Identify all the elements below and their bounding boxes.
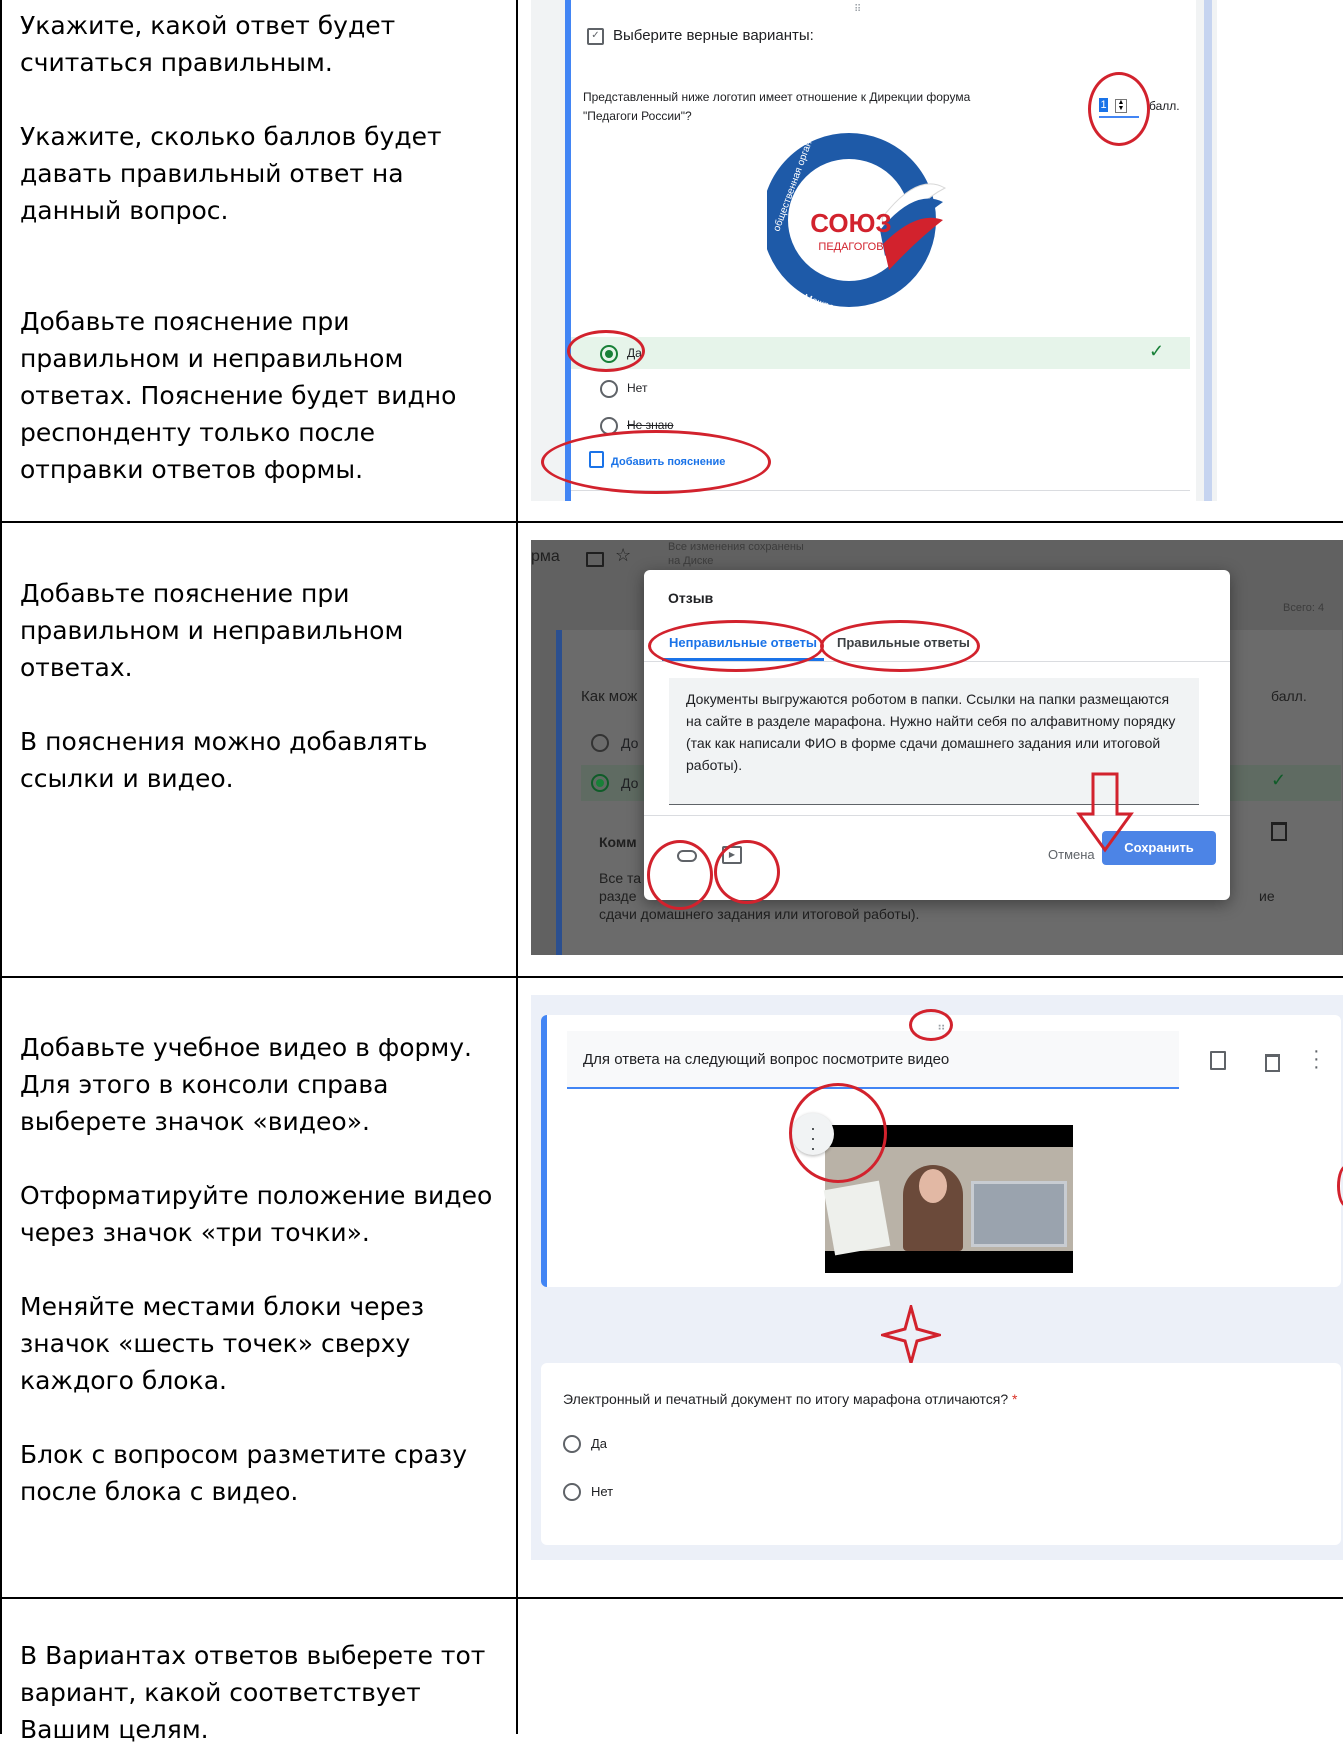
person-face — [919, 1169, 947, 1203]
option-label: Да — [591, 1436, 608, 1451]
background-radio — [591, 734, 609, 752]
table-column-divider — [516, 0, 518, 1734]
annotation-circle-explanation — [541, 430, 771, 494]
side-border — [1204, 0, 1212, 501]
annotation-circle-tab-right — [820, 620, 980, 672]
paragraph: Меняйте местами блоки через значок «шест… — [20, 1292, 425, 1395]
annotation-circle-drag-handle — [909, 1009, 953, 1041]
copy-icon[interactable] — [1210, 1051, 1226, 1070]
row-divider-3 — [0, 1597, 1343, 1599]
question-text: Представленный ниже логотип имеет отноше… — [583, 90, 971, 123]
question-text: Электронный и печатный документ по итогу… — [563, 1391, 1018, 1407]
screenshot-video-block: ⠿ Для ответа на следующий вопрос посмотр… — [531, 995, 1343, 1560]
paragraph: Добавьте учебное видео в форму. Для этог… — [20, 1033, 472, 1136]
correct-option-row[interactable] — [571, 337, 1190, 369]
radio-option-da[interactable] — [563, 1435, 581, 1453]
instruction-row-3: Добавьте учебное видео в форму. Для этог… — [20, 1029, 500, 1510]
row-divider-1 — [0, 521, 1343, 523]
table-border-left — [0, 0, 2, 1734]
folder-icon[interactable] — [586, 552, 604, 567]
paragraph: Добавьте пояснение при правильном и непр… — [20, 579, 404, 682]
paragraph: Блок с вопросом разметите сразу после бл… — [20, 1440, 467, 1506]
annotation-circle-points — [1088, 72, 1150, 146]
dialog-title: Отзыв — [668, 590, 714, 606]
screenshot-feedback-dialog: рма ☆ Все изменения сохранены на Диске В… — [531, 540, 1343, 955]
background-points: балл. — [1271, 688, 1307, 704]
title-field[interactable]: Для ответа на следующий вопрос посмотрит… — [567, 1031, 1179, 1089]
annotation-circle-correct — [567, 330, 645, 372]
option-label: Нет — [627, 381, 648, 395]
checkbox-icon: ✓ — [587, 28, 604, 45]
background-trash-icon — [1271, 822, 1287, 841]
question-type-label: Выберите верные варианты: — [613, 27, 814, 44]
paragraph: Укажите, какой ответ будет считаться пра… — [20, 11, 396, 77]
saved-status-line2: на Диске — [668, 555, 714, 567]
logo-title: СОЮЗ — [810, 208, 891, 238]
document-prop — [823, 1180, 891, 1256]
annotation-circle-tab-wrong — [648, 620, 824, 672]
background-radio — [591, 774, 609, 792]
star-icon[interactable]: ☆ — [615, 545, 631, 566]
correct-check-icon: ✓ — [1149, 341, 1165, 361]
instruction-row-4: В Вариантах ответов выберете тот вариант… — [20, 1637, 500, 1748]
question-label: Электронный и печатный документ по итогу… — [563, 1391, 1009, 1407]
points-label: балл. — [1149, 99, 1180, 113]
saved-status-line1: Все изменения сохранены — [668, 541, 804, 553]
background-option: До — [621, 775, 639, 791]
video-title: Для ответа на следующий вопрос посмотрит… — [583, 1051, 950, 1068]
instruction-row-2: Добавьте пояснение при правильном и непр… — [20, 575, 500, 797]
annotation-star — [881, 1305, 941, 1365]
paragraph: Добавьте пояснение при правильном и непр… — [20, 307, 457, 484]
annotation-circle-video — [714, 840, 780, 904]
background-text: Все та — [599, 870, 642, 886]
video-card: ⠿ Для ответа на следующий вопрос посмотр… — [541, 1015, 1341, 1287]
required-marker: * — [1012, 1391, 1018, 1407]
background-text: разде — [599, 888, 637, 904]
option-label: Нет — [591, 1484, 614, 1499]
total-points: Всего: 4 — [1283, 602, 1325, 614]
trash-icon[interactable] — [1265, 1054, 1280, 1072]
laptop-prop — [971, 1181, 1067, 1247]
radio-option-net[interactable] — [600, 380, 618, 398]
paragraph: Укажите, сколько баллов будет давать пра… — [20, 122, 442, 225]
screenshot-quiz-question: ⠿ ✓ Выберите верные варианты: Представле… — [531, 0, 1217, 501]
annotation-circle-options — [789, 1083, 887, 1183]
logo-subtitle: ПЕДАГОГОВ — [818, 241, 883, 253]
background-text: сдачи домашнего задания или итоговой раб… — [599, 906, 920, 922]
more-icon[interactable]: · · · — [1313, 1041, 1320, 1077]
form-title-fragment: рма — [531, 548, 560, 565]
paragraph: Отформатируйте положение видео через зна… — [20, 1181, 493, 1247]
paragraph: В Вариантах ответов выберете тот вариант… — [20, 1641, 486, 1744]
background-question: Как мож — [581, 688, 638, 705]
annotation-circle-link — [647, 840, 713, 910]
row-divider-2 — [0, 976, 1343, 978]
background-text: ие — [1259, 888, 1275, 904]
union-of-teachers-logo: общественная организация Межрегиональная… — [767, 132, 947, 308]
feedback-text: Документы выгружаются роботом в папки. С… — [686, 691, 1176, 773]
question-card: Электронный и печатный документ по итогу… — [541, 1363, 1341, 1545]
background-comment: Комм — [599, 834, 637, 850]
paragraph: В пояснения можно добавлять ссылки и вид… — [20, 727, 428, 793]
dialog-footer-divider — [644, 815, 1230, 816]
drag-handle-icon[interactable]: ⠿ — [854, 4, 861, 15]
background-option: До — [621, 735, 639, 751]
instruction-row-1: Укажите, какой ответ будет считаться пра… — [20, 7, 500, 488]
radio-option-net[interactable] — [563, 1483, 581, 1501]
background-check-icon: ✓ — [1271, 770, 1287, 790]
question-card: ⠿ ✓ Выберите верные варианты: Представле… — [565, 0, 1196, 501]
annotation-arrow — [1076, 772, 1134, 853]
